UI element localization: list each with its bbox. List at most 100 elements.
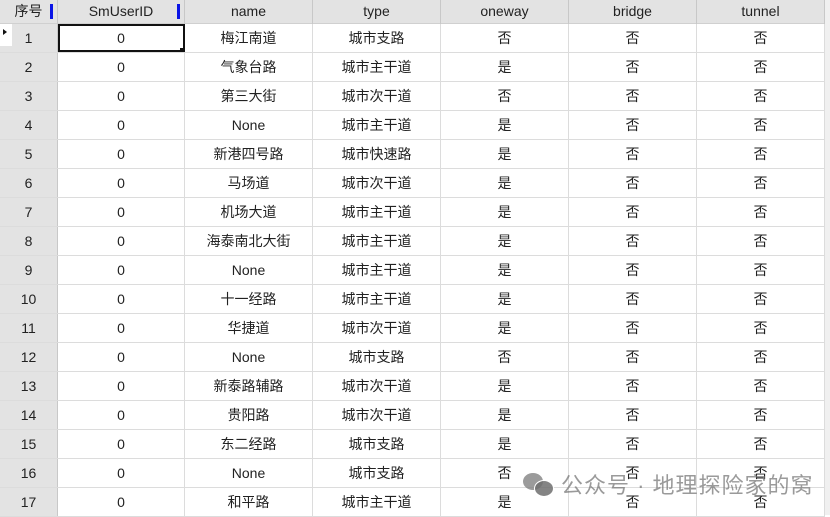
- cell-smuserid[interactable]: 0: [58, 285, 185, 313]
- cell-bridge[interactable]: 否: [569, 430, 697, 458]
- cell-tunnel[interactable]: 否: [697, 198, 825, 226]
- table-row[interactable]: 9 0 None 城市主干道是否否: [0, 256, 825, 285]
- cell-type[interactable]: 城市主干道: [313, 198, 441, 226]
- cell-type[interactable]: 城市快速路: [313, 140, 441, 168]
- cell-oneway[interactable]: 是: [441, 169, 569, 197]
- cell-tunnel[interactable]: 否: [697, 256, 825, 284]
- row-header[interactable]: 2: [0, 53, 58, 81]
- cell-type[interactable]: 城市主干道: [313, 227, 441, 255]
- cell-type[interactable]: 城市次干道: [313, 169, 441, 197]
- cell-bridge[interactable]: 否: [569, 169, 697, 197]
- cell-smuserid[interactable]: 0: [58, 140, 185, 168]
- table-row[interactable]: 13 0 新泰路辅路 城市次干道是否否: [0, 372, 825, 401]
- cell-smuserid[interactable]: 0: [58, 430, 185, 458]
- cell-tunnel[interactable]: 否: [697, 82, 825, 110]
- cell-smuserid[interactable]: 0: [58, 256, 185, 284]
- table-row[interactable]: 2 0 气象台路 城市主干道是否否: [0, 53, 825, 82]
- column-header-bridge[interactable]: bridge: [569, 0, 697, 24]
- cell-type[interactable]: 城市次干道: [313, 372, 441, 400]
- cell-type[interactable]: 城市主干道: [313, 256, 441, 284]
- cell-tunnel[interactable]: 否: [697, 372, 825, 400]
- table-row[interactable]: 16 0 None 城市支路否否否: [0, 459, 825, 488]
- cell-bridge[interactable]: 否: [569, 314, 697, 342]
- row-header[interactable]: 6: [0, 169, 58, 197]
- row-header[interactable]: 10: [0, 285, 58, 313]
- cell-smuserid[interactable]: 0: [58, 343, 185, 371]
- cell-smuserid[interactable]: 0: [58, 459, 185, 487]
- cell-bridge[interactable]: 否: [569, 372, 697, 400]
- cell-type[interactable]: 城市次干道: [313, 401, 441, 429]
- cell-oneway[interactable]: 是: [441, 314, 569, 342]
- cell-name[interactable]: 和平路: [185, 488, 313, 516]
- cell-type[interactable]: 城市次干道: [313, 82, 441, 110]
- cell-type[interactable]: 城市支路: [313, 459, 441, 487]
- table-row[interactable]: 12 0 None 城市支路否否否: [0, 343, 825, 372]
- row-header[interactable]: 16: [0, 459, 58, 487]
- cell-oneway[interactable]: 是: [441, 401, 569, 429]
- row-header[interactable]: 5: [0, 140, 58, 168]
- cell-tunnel[interactable]: 否: [697, 488, 825, 516]
- row-header[interactable]: 7: [0, 198, 58, 226]
- cell-tunnel[interactable]: 否: [697, 285, 825, 313]
- cell-name[interactable]: 华捷道: [185, 314, 313, 342]
- cell-bridge[interactable]: 否: [569, 343, 697, 371]
- cell-tunnel[interactable]: 否: [697, 111, 825, 139]
- column-header-type[interactable]: type: [313, 0, 441, 24]
- column-header-tunnel[interactable]: tunnel: [697, 0, 825, 24]
- cell-bridge[interactable]: 否: [569, 401, 697, 429]
- cell-oneway[interactable]: 是: [441, 256, 569, 284]
- cell-oneway[interactable]: 否: [441, 343, 569, 371]
- cell-name[interactable]: 海泰南北大街: [185, 227, 313, 255]
- cell-name[interactable]: 新泰路辅路: [185, 372, 313, 400]
- cell-type[interactable]: 城市支路: [313, 430, 441, 458]
- cell-bridge[interactable]: 否: [569, 488, 697, 516]
- cell-smuserid[interactable]: 0: [58, 169, 185, 197]
- cell-smuserid[interactable]: 0: [58, 82, 185, 110]
- cell-oneway[interactable]: 是: [441, 285, 569, 313]
- cell-type[interactable]: 城市主干道: [313, 53, 441, 81]
- cell-name[interactable]: 东二经路: [185, 430, 313, 458]
- cell-smuserid[interactable]: 0: [58, 372, 185, 400]
- cell-oneway[interactable]: 是: [441, 140, 569, 168]
- cell-oneway[interactable]: 否: [441, 82, 569, 110]
- cell-name[interactable]: 第三大街: [185, 82, 313, 110]
- cell-bridge[interactable]: 否: [569, 24, 697, 52]
- row-header[interactable]: 11: [0, 314, 58, 342]
- cell-tunnel[interactable]: 否: [697, 24, 825, 52]
- cell-type[interactable]: 城市主干道: [313, 285, 441, 313]
- column-header-oneway[interactable]: oneway: [441, 0, 569, 24]
- cell-smuserid[interactable]: 0: [58, 488, 185, 516]
- cell-name[interactable]: None: [185, 343, 313, 371]
- cell-tunnel[interactable]: 否: [697, 343, 825, 371]
- table-row[interactable]: 7 0 机场大道 城市主干道是否否: [0, 198, 825, 227]
- cell-type[interactable]: 城市主干道: [313, 488, 441, 516]
- cell-type[interactable]: 城市支路: [313, 24, 441, 52]
- cell-smuserid[interactable]: 0: [58, 24, 185, 52]
- table-row[interactable]: 3 0 第三大街 城市次干道否否否: [0, 82, 825, 111]
- cell-oneway[interactable]: 是: [441, 430, 569, 458]
- cell-bridge[interactable]: 否: [569, 111, 697, 139]
- row-header[interactable]: 15: [0, 430, 58, 458]
- cell-oneway[interactable]: 否: [441, 24, 569, 52]
- cell-tunnel[interactable]: 否: [697, 430, 825, 458]
- cell-tunnel[interactable]: 否: [697, 459, 825, 487]
- table-row[interactable]: 10 0 十一经路 城市主干道是否否: [0, 285, 825, 314]
- cell-smuserid[interactable]: 0: [58, 198, 185, 226]
- cell-oneway[interactable]: 是: [441, 198, 569, 226]
- cell-name[interactable]: 梅江南道: [185, 24, 313, 52]
- cell-bridge[interactable]: 否: [569, 256, 697, 284]
- cell-oneway[interactable]: 是: [441, 53, 569, 81]
- cell-bridge[interactable]: 否: [569, 53, 697, 81]
- table-row[interactable]: 5 0 新港四号路 城市快速路是否否: [0, 140, 825, 169]
- column-header-index[interactable]: 序号: [0, 0, 58, 24]
- cell-bridge[interactable]: 否: [569, 82, 697, 110]
- cell-smuserid[interactable]: 0: [58, 401, 185, 429]
- table-row[interactable]: 15 0 东二经路 城市支路是否否: [0, 430, 825, 459]
- cell-name[interactable]: 气象台路: [185, 53, 313, 81]
- row-header[interactable]: 4: [0, 111, 58, 139]
- cell-oneway[interactable]: 是: [441, 372, 569, 400]
- cell-name[interactable]: None: [185, 111, 313, 139]
- table-row[interactable]: 4 0 None 城市主干道是否否: [0, 111, 825, 140]
- row-header[interactable]: 3: [0, 82, 58, 110]
- cell-oneway[interactable]: 是: [441, 111, 569, 139]
